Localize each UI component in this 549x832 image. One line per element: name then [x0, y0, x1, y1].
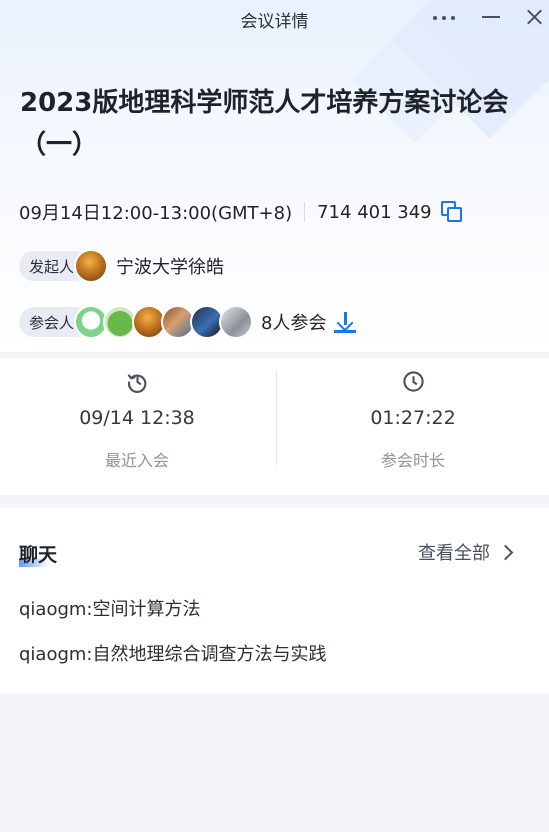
download-icon[interactable]	[334, 311, 357, 333]
meeting-header: 会议详情 2023版地理科学师范人才培养方案讨论会 （一） 09月14日12:0…	[0, 0, 549, 352]
copy-icon[interactable]	[440, 201, 463, 223]
duration-value: 01:27:22	[370, 407, 456, 429]
host-avatar[interactable]	[74, 249, 109, 283]
chat-text: 空间计算方法	[92, 599, 201, 620]
clock-icon	[403, 371, 424, 392]
host-row: 发起人 宁波大学徐皓	[19, 248, 224, 284]
chat-sender: qiaogm:	[19, 644, 93, 665]
history-clock-icon	[127, 374, 147, 393]
meeting-id: 714 401 349	[317, 201, 432, 223]
recent-join-stat: 09/14 12:38 最近入会	[0, 358, 274, 495]
view-all-link[interactable]: 查看全部	[418, 539, 514, 565]
meeting-title: 2023版地理科学师范人才培养方案讨论会 （一）	[20, 82, 535, 166]
divider	[304, 202, 306, 222]
chevron-right-icon[interactable]	[497, 544, 514, 560]
chat-title: 聊天	[19, 544, 58, 566]
chat-section: 聊天 查看全部 qiaogm:空间计算方法 qiaogm:自然地理综合调查方法与…	[0, 508, 549, 693]
participants-row: 参会人 8人参会	[19, 304, 357, 340]
window-title: 会议详情	[240, 12, 309, 32]
meeting-title-line1: 2023版地理科学师范人才培养方案讨论会	[20, 88, 509, 118]
duration-stat: 01:27:22 参会时长	[276, 358, 549, 495]
host-name[interactable]: 宁波大学徐皓	[116, 253, 224, 279]
title-bar: 会议详情	[0, 0, 549, 34]
stats-card: 09/14 12:38 最近入会 01:27:22 参会时长	[0, 358, 549, 495]
participant-avatars[interactable]	[74, 305, 254, 339]
meeting-datetime: 09月14日12:00-13:00(GMT+8)	[19, 203, 293, 224]
more-icon[interactable]	[431, 4, 459, 30]
participant-count[interactable]: 8人参会	[261, 309, 326, 335]
recent-join-label: 最近入会	[104, 451, 169, 470]
duration-label: 参会时长	[380, 451, 445, 470]
recent-join-value: 09/14 12:38	[79, 407, 195, 429]
close-icon[interactable]	[521, 4, 549, 30]
minimize-icon[interactable]	[477, 4, 505, 30]
chat-text: 自然地理综合调查方法与实践	[92, 644, 327, 665]
view-all-label[interactable]: 查看全部	[418, 539, 490, 565]
participant-avatar[interactable]	[219, 305, 254, 339]
meeting-info: 09月14日12:00-13:00(GMT+8) 714 401 349	[19, 199, 463, 225]
meeting-title-line2: （一）	[20, 130, 99, 160]
chat-message: qiaogm:自然地理综合调查方法与实践	[19, 640, 327, 666]
chat-message: qiaogm:空间计算方法	[19, 595, 201, 621]
chat-sender: qiaogm:	[19, 599, 93, 620]
